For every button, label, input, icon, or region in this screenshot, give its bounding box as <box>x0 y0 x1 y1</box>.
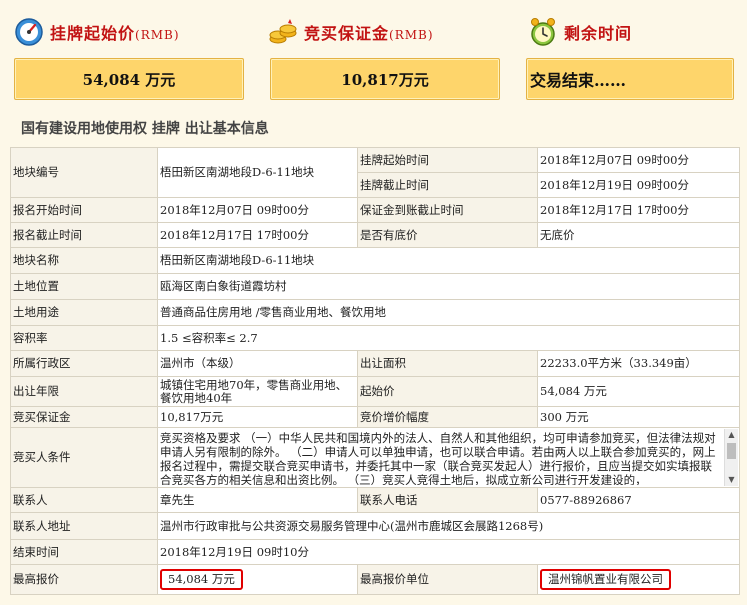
term-value: 城镇住宅用地70年，零售商业用地、餐饮用地40年 <box>157 376 358 407</box>
conditions-cell[interactable]: 竞买资格及要求 （一）中华人民共和国境内外的法人、自然人和其他组织，均可申请参加… <box>157 427 740 488</box>
phone-value: 0577-88926867 <box>537 487 740 513</box>
conditions-text: 竞买资格及要求 （一）中华人民共和国境内外的法人、自然人和其他组织，均可申请参加… <box>160 430 716 485</box>
reserve-key: 是否有底价 <box>357 222 538 248</box>
deposit-deadline-key: 保证金到账截止时间 <box>357 197 538 223</box>
top-bid-cell: 54,084 万元 <box>157 564 358 595</box>
conditions-key: 竞买人条件 <box>10 427 158 488</box>
reg-end-value: 2018年12月17日 17时00分 <box>157 222 358 248</box>
page-title: 国有建设用地使用权 挂牌 出让基本信息 <box>21 121 269 137</box>
reg-end-key: 报名截止时间 <box>10 222 158 248</box>
far-value: 1.5 ≤容积率≤ 2.7 <box>157 325 740 351</box>
phone-key: 联系人电话 <box>357 487 538 513</box>
start-price-key: 起始价 <box>357 376 538 407</box>
area-key: 出让面积 <box>357 350 538 377</box>
list-end-value: 2018年12月19日 09时00分 <box>537 172 740 198</box>
use-key: 土地用途 <box>10 299 158 326</box>
start-price-unit: (RMB) <box>135 28 180 42</box>
start-price-header: 挂牌起始价(RMB) <box>14 16 180 48</box>
top-bidder-key: 最高报价单位 <box>357 564 538 595</box>
contact-value: 章先生 <box>157 487 358 513</box>
increment-value: 300 万元 <box>537 406 740 428</box>
district-value: 温州市（本级） <box>157 350 358 377</box>
address-value: 温州市行政审批与公共资源交易服务管理中心(温州市鹿城区会展路1268号) <box>157 512 740 540</box>
deposit-label: 竞买保证金 <box>304 24 390 43</box>
land-info-table: 地块编号 梧田新区南湖地段D-6-11地块 挂牌起始时间 2018年12月07日… <box>10 147 740 595</box>
location-value: 瓯海区南白象街道霞坊村 <box>157 273 740 300</box>
scroll-down-icon[interactable]: ▼ <box>725 474 738 486</box>
list-end-key: 挂牌截止时间 <box>357 172 538 198</box>
reg-start-key: 报名开始时间 <box>10 197 158 223</box>
top-bidder-value: 温州锦帆置业有限公司 <box>540 569 671 590</box>
deposit-header: 竞买保证金(RMB) <box>268 16 434 48</box>
reg-start-value: 2018年12月07日 09时00分 <box>157 197 358 223</box>
time-value: 交易结束…… <box>526 58 734 100</box>
use-value: 普通商品住房用地 /零售商业用地、餐饮用地 <box>157 299 740 326</box>
top-bid-value: 54,084 万元 <box>160 569 243 590</box>
far-key: 容积率 <box>10 325 158 351</box>
top-bid-key: 最高报价 <box>10 564 158 595</box>
name-key: 地块名称 <box>10 247 158 274</box>
reserve-value: 无底价 <box>537 222 740 248</box>
coins-icon <box>269 19 297 44</box>
end-time-value: 2018年12月19日 09时10分 <box>157 539 740 565</box>
address-key: 联系人地址 <box>10 512 158 540</box>
list-start-value: 2018年12月07日 09时00分 <box>537 147 740 173</box>
deposit-unit: (RMB) <box>389 28 434 42</box>
gauge-icon <box>15 18 43 46</box>
area-value: 22233.0平方米（33.349亩） <box>537 350 740 377</box>
conditions-scrollbar[interactable]: ▲ ▼ <box>724 429 738 486</box>
contact-key: 联系人 <box>10 487 158 513</box>
scroll-thumb[interactable] <box>727 443 736 459</box>
deposit-key: 竞买保证金 <box>10 406 158 428</box>
district-key: 所属行政区 <box>10 350 158 377</box>
scroll-up-icon[interactable]: ▲ <box>725 429 738 441</box>
location-key: 土地位置 <box>10 273 158 300</box>
parcel-no-key: 地块编号 <box>10 147 158 198</box>
deposit-deadline-value: 2018年12月17日 17时00分 <box>537 197 740 223</box>
deposit-value-cell: 10,817万元 <box>157 406 358 428</box>
top-bidder-cell: 温州锦帆置业有限公司 <box>537 564 740 595</box>
time-label: 剩余时间 <box>564 24 633 43</box>
parcel-no-value: 梧田新区南湖地段D-6-11地块 <box>157 147 358 198</box>
alarm-clock-icon <box>531 18 555 46</box>
term-key: 出让年限 <box>10 376 158 407</box>
deposit-value: 10,817万元 <box>270 58 500 100</box>
increment-key: 竞价增价幅度 <box>357 406 538 428</box>
end-time-key: 结束时间 <box>10 539 158 565</box>
start-price-value: 54,084 万元 <box>14 58 244 100</box>
start-price-label: 挂牌起始价 <box>50 24 136 43</box>
start-price-value-cell: 54,084 万元 <box>537 376 740 407</box>
name-value: 梧田新区南湖地段D-6-11地块 <box>157 247 740 274</box>
time-header: 剩余时间 <box>528 16 632 48</box>
list-start-key: 挂牌起始时间 <box>357 147 538 173</box>
